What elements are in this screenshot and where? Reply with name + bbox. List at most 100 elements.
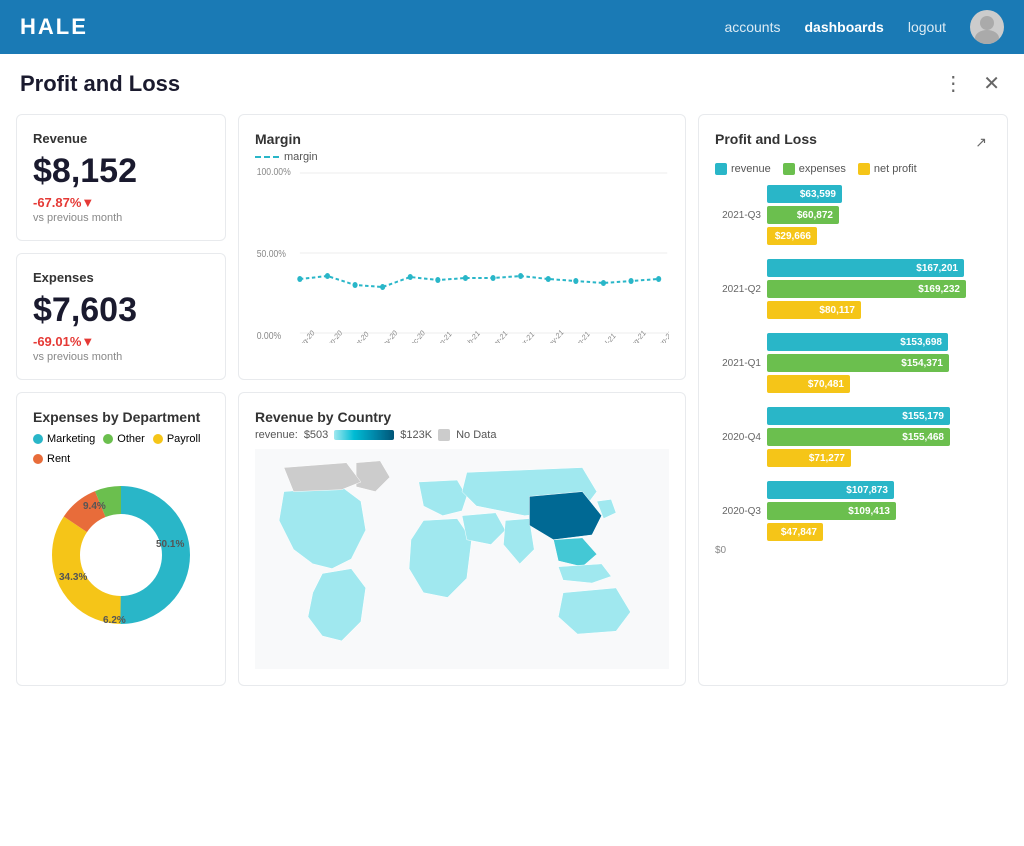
pnl-legend-netprofit: net profit <box>858 163 917 175</box>
nav-logout[interactable]: logout <box>908 19 946 35</box>
pnl-bars: $107,873 $109,413 $47,847 <box>767 481 991 541</box>
page-actions: ⋮ ✕ <box>939 70 1004 98</box>
pnl-bar: $153,698 <box>767 333 948 351</box>
pnl-legend-expenses-label: expenses <box>799 163 846 175</box>
svg-text:100.00%: 100.00% <box>257 166 291 177</box>
margin-chart: 100.00% 50.00% 0.00% <box>255 163 669 343</box>
pnl-legend-revenue: revenue <box>715 163 771 175</box>
pnl-bars: $155,179 $155,468 $71,277 <box>767 407 991 467</box>
dept-marketing: Marketing <box>33 433 95 445</box>
pnl-bar: $71,277 <box>767 449 851 467</box>
pnl-bar-row: $71,277 <box>767 449 991 467</box>
pnl-bar: $155,179 <box>767 407 950 425</box>
map-max-value: $123K <box>400 429 432 441</box>
pnl-bar-row: $155,468 <box>767 428 991 446</box>
revenue-card: Revenue $8,152 -67.87%▼ vs previous mont… <box>16 114 226 241</box>
pnl-axis-label: $0 <box>715 545 991 556</box>
svg-text:Aug-21: Aug-21 <box>626 328 648 343</box>
pnl-bar: $47,847 <box>767 523 823 541</box>
pnl-group: 2020-Q3 $107,873 $109,413 $47,847 <box>715 481 991 541</box>
svg-text:Apr-21: Apr-21 <box>515 329 536 343</box>
pnl-period-label: 2020-Q3 <box>715 506 761 517</box>
page-container: Profit and Loss ⋮ ✕ Revenue $8,152 -67.8… <box>0 54 1024 846</box>
pnl-bar: $167,201 <box>767 259 964 277</box>
pnl-bar-row: $109,413 <box>767 502 991 520</box>
svg-text:Dec-20: Dec-20 <box>405 328 427 343</box>
main-nav: accounts dashboards logout <box>724 10 1004 44</box>
pnl-bar: $70,481 <box>767 375 850 393</box>
svg-text:6.2%: 6.2% <box>103 615 126 626</box>
revenue-country-card: Revenue by Country revenue: $503 $123K N… <box>238 392 686 686</box>
revenue-value: $8,152 <box>33 152 209 191</box>
nav-accounts[interactable]: accounts <box>724 19 780 35</box>
svg-text:Nov-20: Nov-20 <box>377 328 399 343</box>
expenses-label: Expenses <box>33 270 209 285</box>
app-logo: HALE <box>20 14 88 40</box>
no-data-swatch <box>438 429 450 441</box>
map-gradient <box>334 430 394 440</box>
world-map <box>255 449 669 669</box>
pnl-bar: $107,873 <box>767 481 894 499</box>
svg-text:34.3%: 34.3% <box>59 572 87 583</box>
pnl-group: 2021-Q2 $167,201 $169,232 $80,117 <box>715 259 991 319</box>
close-button[interactable]: ✕ <box>979 70 1004 98</box>
nav-dashboards[interactable]: dashboards <box>804 19 883 35</box>
pnl-legend-expenses: expenses <box>783 163 846 175</box>
pnl-period-label: 2020-Q4 <box>715 432 761 443</box>
map-min-value: $503 <box>304 429 328 441</box>
page-header: Profit and Loss ⋮ ✕ <box>0 54 1024 106</box>
svg-text:Feb-21: Feb-21 <box>460 328 481 343</box>
map-legend: revenue: $503 $123K No Data <box>255 429 669 441</box>
svg-text:Jun-21: Jun-21 <box>571 329 592 343</box>
pnl-bar: $109,413 <box>767 502 896 520</box>
pnl-bar-row: $154,371 <box>767 354 991 372</box>
dept-other: Other <box>103 433 145 445</box>
pnl-expand-button[interactable]: ↗ <box>971 131 991 153</box>
pnl-bar: $155,468 <box>767 428 950 446</box>
svg-text:May-21: May-21 <box>543 327 565 343</box>
pnl-bar-row: $29,666 <box>767 227 991 245</box>
pnl-period-label: 2021-Q1 <box>715 358 761 369</box>
pnl-bar-row: $167,201 <box>767 259 991 277</box>
revenue-change: -67.87%▼ <box>33 195 209 210</box>
pnl-title: Profit and Loss <box>715 131 817 147</box>
pnl-bar-row: $155,179 <box>767 407 991 425</box>
pnl-bars: $153,698 $154,371 $70,481 <box>767 333 991 393</box>
pnl-bar-row: $60,872 <box>767 206 991 224</box>
expenses-card: Expenses $7,603 -69.01%▼ vs previous mon… <box>16 253 226 380</box>
pnl-group: 2020-Q4 $155,179 $155,468 $71,277 <box>715 407 991 467</box>
pnl-period-label: 2021-Q2 <box>715 284 761 295</box>
pnl-legend-netprofit-label: net profit <box>874 163 917 175</box>
pnl-group: 2021-Q3$63,599$60,872$29,666 <box>715 185 991 245</box>
no-data-label: No Data <box>456 429 496 441</box>
margin-legend: margin <box>255 151 669 163</box>
pnl-bar-row: $47,847 <box>767 523 991 541</box>
expenses-dept-title: Expenses by Department <box>33 409 209 425</box>
app-header: HALE accounts dashboards logout <box>0 0 1024 54</box>
pnl-bar: $169,232 <box>767 280 966 298</box>
margin-legend-label: margin <box>284 151 318 163</box>
revenue-label: revenue: <box>255 429 298 441</box>
user-avatar[interactable] <box>970 10 1004 44</box>
dept-rent: Rent <box>33 453 70 465</box>
svg-text:9.4%: 9.4% <box>83 501 106 512</box>
svg-text:50.1%: 50.1% <box>156 539 184 550</box>
pnl-bar-row: $70,481 <box>767 375 991 393</box>
revenue-country-title: Revenue by Country <box>255 409 669 425</box>
pnl-bar: $60,872 <box>767 206 839 224</box>
svg-text:Sep-21: Sep-21 <box>653 328 669 343</box>
svg-text:Aug-20: Aug-20 <box>295 328 317 343</box>
svg-text:Oct-20: Oct-20 <box>350 329 371 343</box>
pnl-group: 2021-Q1 $153,698 $154,371 $70,481 <box>715 333 991 393</box>
pnl-bars: $63,599 $60,872 $29,666 <box>767 185 991 245</box>
more-options-button[interactable]: ⋮ <box>939 70 967 98</box>
expenses-change: -69.01%▼ <box>33 334 209 349</box>
pnl-bar-row: $107,873 <box>767 481 991 499</box>
pnl-bar: $80,117 <box>767 301 861 319</box>
dashboard-grid: Revenue $8,152 -67.87%▼ vs previous mont… <box>0 106 1024 702</box>
pnl-bars: $167,201 $169,232 $80,117 <box>767 259 991 319</box>
expenses-dept-card: Expenses by Department Marketing Other P… <box>16 392 226 686</box>
svg-text:Mar-21: Mar-21 <box>488 328 509 343</box>
pnl-bar-row: $63,599 <box>767 185 991 203</box>
expenses-sub: vs previous month <box>33 351 209 363</box>
